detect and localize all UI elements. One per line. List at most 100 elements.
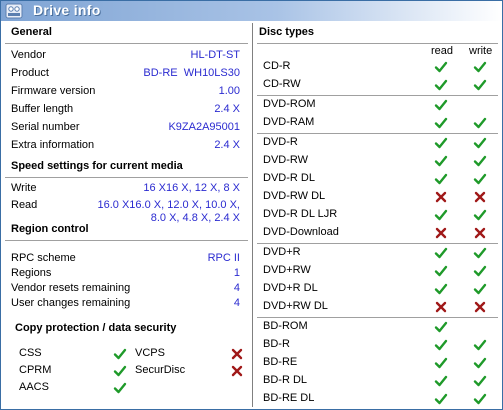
disc-cd-rw-label: CD-RW bbox=[263, 78, 301, 90]
speed-heading: Speed settings for current media bbox=[11, 160, 183, 172]
divider bbox=[5, 43, 248, 44]
cp-cprm-check-icon bbox=[113, 364, 127, 378]
disc-bd-r-dl-label: BD-R DL bbox=[263, 374, 308, 386]
disc-dvd-rw-read-check-icon bbox=[434, 154, 448, 168]
read-speed-label: Read bbox=[11, 199, 38, 211]
disc-bd-rom-read-check-icon bbox=[434, 320, 448, 334]
cp-aacs-check-icon bbox=[113, 381, 127, 395]
window-title: Drive info bbox=[33, 2, 101, 18]
vendor-label: Vendor bbox=[11, 49, 46, 61]
cp-vcps-cross-icon bbox=[230, 347, 244, 361]
disc-dvd-r-label: DVD+R bbox=[263, 246, 301, 258]
read-speed-value-line2: 8.0 X, 4.8 X, 2.4 X bbox=[150, 212, 240, 224]
disc-dvd-download-label: DVD-Download bbox=[263, 226, 339, 238]
extra-info-label: Extra information bbox=[11, 139, 95, 151]
disc-bd-r-dl-write-check-icon bbox=[473, 374, 487, 388]
disc-bd-re-label: BD-RE bbox=[263, 356, 298, 368]
disc-group-divider bbox=[257, 95, 498, 96]
read-column-header: read bbox=[431, 45, 454, 57]
cp-css-check-icon bbox=[113, 347, 127, 361]
serial-label: Serial number bbox=[11, 121, 80, 133]
disc-dvd-r-dl-read-check-icon bbox=[434, 172, 448, 186]
divider bbox=[5, 240, 248, 241]
regions-value: 1 bbox=[233, 267, 240, 279]
content-area: General Vendor HL-DT-ST Product BD-RE WH… bbox=[1, 21, 502, 409]
vendor-resets-value: 4 bbox=[233, 282, 240, 294]
copy-protection-heading: Copy protection / data security bbox=[15, 322, 177, 334]
column-divider bbox=[252, 23, 254, 407]
disc-cd-r-read-check-icon bbox=[434, 60, 448, 74]
cp-aacs-label: AACS bbox=[19, 381, 49, 393]
disc-bd-re-write-check-icon bbox=[473, 356, 487, 370]
title-bar: Drive info bbox=[1, 1, 502, 21]
disc-cd-rw-read-check-icon bbox=[434, 78, 448, 92]
disc-dvd-rw-write-check-icon bbox=[473, 154, 487, 168]
cp-securdisc-label: SecurDisc bbox=[135, 364, 186, 376]
cp-cprm-label: CPRM bbox=[19, 364, 52, 376]
disc-dvd-ram-read-check-icon bbox=[434, 116, 448, 130]
disc-cd-rw-write-check-icon bbox=[473, 78, 487, 92]
cp-vcps-label: VCPS bbox=[135, 347, 165, 359]
general-heading: General bbox=[11, 26, 52, 38]
disc-dvd-r-dl-read-check-icon bbox=[434, 282, 448, 296]
vendor-value: HL-DT-ST bbox=[190, 49, 241, 61]
disc-bd-r-label: BD-R bbox=[263, 338, 290, 350]
disc-dvd-r-write-check-icon bbox=[473, 136, 487, 150]
user-changes-label: User changes remaining bbox=[11, 297, 131, 309]
disc-bd-re-dl-label: BD-RE DL bbox=[263, 392, 315, 404]
disc-dvd-r-write-check-icon bbox=[473, 246, 487, 260]
disc-dvd-rom-read-check-icon bbox=[434, 98, 448, 112]
disc-dvd-r-label: DVD-R bbox=[263, 136, 298, 148]
disc-dvd-rw-dl-read-cross-icon bbox=[434, 300, 448, 314]
disc-types-heading: Disc types bbox=[259, 26, 315, 38]
disc-dvd-rw-dl-label: DVD+RW DL bbox=[263, 300, 328, 312]
firmware-label: Firmware version bbox=[11, 85, 96, 97]
divider bbox=[5, 177, 248, 178]
disc-bd-re-dl-read-check-icon bbox=[434, 392, 448, 406]
disc-bd-r-dl-read-check-icon bbox=[434, 374, 448, 388]
rpc-scheme-label: RPC scheme bbox=[11, 252, 76, 264]
disc-group-divider bbox=[257, 317, 498, 318]
disc-dvd-rw-write-check-icon bbox=[473, 264, 487, 278]
firmware-value: 1.00 bbox=[218, 85, 240, 97]
product-label: Product bbox=[11, 67, 49, 79]
buffer-label: Buffer length bbox=[11, 103, 74, 115]
disc-dvd-r-dl-ljr-label: DVD-R DL LJR bbox=[263, 208, 338, 220]
disc-bd-rom-label: BD-ROM bbox=[263, 320, 308, 332]
disc-dvd-ram-label: DVD-RAM bbox=[263, 116, 315, 128]
read-speed-value-line1: 16.0 X16.0 X, 12.0 X, 10.0 X, bbox=[97, 199, 241, 211]
product-value: BD-RE WH10LS30 bbox=[143, 67, 240, 79]
disc-group-divider bbox=[257, 133, 498, 134]
disc-group-divider bbox=[257, 243, 498, 244]
disc-dvd-r-dl-write-check-icon bbox=[473, 282, 487, 296]
disc-dvd-r-dl-write-check-icon bbox=[473, 172, 487, 186]
rpc-scheme-value: RPC II bbox=[207, 252, 240, 264]
disc-dvd-rw-dl-write-cross-icon bbox=[473, 190, 487, 204]
disc-dvd-r-dl-label: DVD+R DL bbox=[263, 282, 318, 294]
disc-dvd-rw-dl-label: DVD-RW DL bbox=[263, 190, 326, 202]
write-column-header: write bbox=[469, 45, 493, 57]
extra-info-value: 2.4 X bbox=[214, 139, 240, 151]
disc-dvd-rw-label: DVD-RW bbox=[263, 154, 309, 166]
user-changes-value: 4 bbox=[233, 297, 240, 309]
drive-info-window: Drive info General Vendor HL-DT-ST Produ… bbox=[0, 0, 503, 410]
disc-bd-re-read-check-icon bbox=[434, 356, 448, 370]
disc-cd-r-write-check-icon bbox=[473, 60, 487, 74]
disc-dvd-r-read-check-icon bbox=[434, 136, 448, 150]
disc-dvd-r-read-check-icon bbox=[434, 246, 448, 260]
disc-dvd-r-dl-ljr-write-check-icon bbox=[473, 208, 487, 222]
disc-dvd-download-read-cross-icon bbox=[434, 226, 448, 240]
disc-dvd-rw-read-check-icon bbox=[434, 264, 448, 278]
cp-securdisc-cross-icon bbox=[230, 364, 244, 378]
disc-dvd-rw-dl-write-cross-icon bbox=[473, 300, 487, 314]
region-heading: Region control bbox=[11, 223, 89, 235]
serial-value: K9ZA2A95001 bbox=[168, 121, 240, 133]
write-speed-value: 16 X16 X, 12 X, 8 X bbox=[143, 182, 240, 194]
cp-css-label: CSS bbox=[19, 347, 42, 359]
write-speed-label: Write bbox=[11, 182, 37, 194]
vendor-resets-label: Vendor resets remaining bbox=[11, 282, 131, 294]
disc-bd-r-read-check-icon bbox=[434, 338, 448, 352]
disc-bd-r-write-check-icon bbox=[473, 338, 487, 352]
buffer-value: 2.4 X bbox=[214, 103, 240, 115]
disc-dvd-r-dl-label: DVD-R DL bbox=[263, 172, 315, 184]
